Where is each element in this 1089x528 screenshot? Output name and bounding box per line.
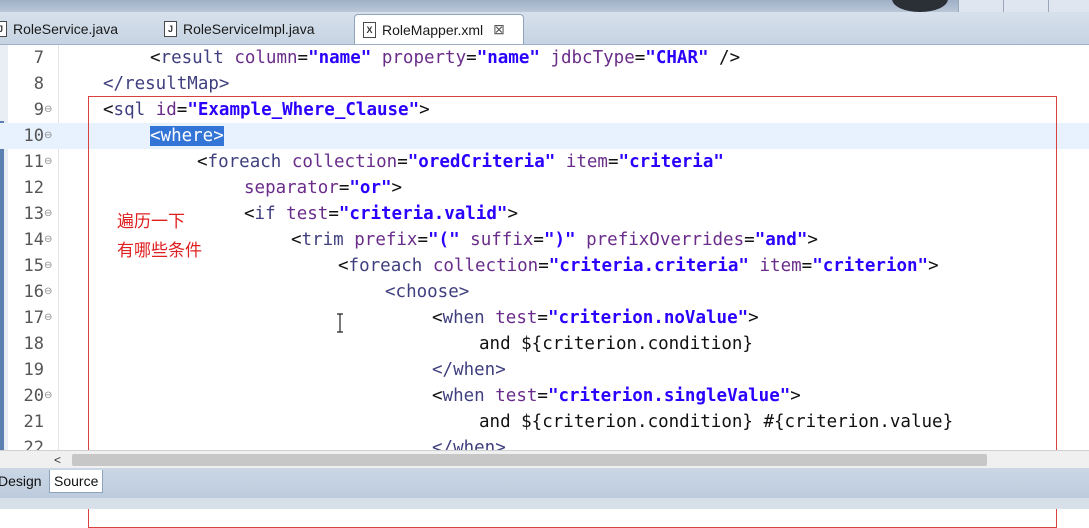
code-line: 8 </resultMap> bbox=[0, 71, 1089, 97]
line-number: 13 bbox=[23, 204, 44, 224]
fold-icon[interactable]: ⊖ bbox=[44, 383, 52, 409]
current-code-line: 10 ⊖ <where> bbox=[0, 123, 1089, 149]
fold-icon[interactable]: ⊖ bbox=[44, 305, 52, 331]
editor-mode-tabs: Design Source bbox=[0, 468, 1089, 509]
status-strip bbox=[0, 498, 1089, 509]
fold-icon[interactable]: ⊖ bbox=[44, 97, 52, 123]
line-number: 17 bbox=[23, 308, 44, 328]
line-number: 21 bbox=[23, 412, 44, 432]
line-number: 12 bbox=[23, 178, 44, 198]
tab-roleserviceimpl-java[interactable]: J RoleServiceImpl.java bbox=[164, 14, 315, 43]
tab-label: RoleMapper.xml bbox=[382, 21, 484, 38]
line-number: 15 bbox=[23, 256, 44, 276]
window-top-strip bbox=[0, 0, 1089, 12]
line-number: 9 bbox=[33, 100, 44, 120]
code-line: 18 and ${criterion.condition} bbox=[0, 331, 1089, 357]
java-file-icon: J bbox=[0, 20, 7, 37]
line-number: 22 bbox=[23, 438, 44, 450]
line-number: 16 bbox=[23, 282, 44, 302]
fold-icon[interactable]: ⊖ bbox=[44, 227, 52, 253]
toolbar-button[interactable] bbox=[958, 0, 1003, 12]
fold-icon[interactable]: ⊖ bbox=[44, 149, 52, 175]
overlay-shape bbox=[892, 0, 948, 12]
line-number: 14 bbox=[23, 230, 44, 250]
code-text[interactable]: <when test="criterion.singleValue"> bbox=[432, 383, 801, 409]
code-text[interactable]: <if test="criteria.valid"> bbox=[244, 201, 518, 227]
scrollbar-thumb[interactable] bbox=[72, 454, 987, 466]
code-text[interactable]: <sql id="Example_Where_Clause"> bbox=[103, 97, 430, 123]
annotation-note: 遍历一下 bbox=[117, 212, 185, 231]
tab-label: RoleServiceImpl.java bbox=[183, 20, 315, 37]
tab-roleservice-java[interactable]: J RoleService.java bbox=[0, 14, 118, 43]
line-number: 11 bbox=[23, 152, 44, 172]
line-number: 20 bbox=[23, 386, 44, 406]
code-text[interactable]: <foreach collection="criteria.criteria" … bbox=[338, 253, 939, 279]
code-line: 19 </when> bbox=[0, 357, 1089, 383]
code-text[interactable]: and ${criterion.condition} #{criterion.v… bbox=[479, 409, 953, 435]
tab-source[interactable]: Source bbox=[49, 470, 104, 493]
code-line: 22 </when> bbox=[0, 435, 1089, 450]
toolbar-button[interactable] bbox=[1048, 0, 1089, 12]
code-line: 9 ⊖ <sql id="Example_Where_Clause"> bbox=[0, 97, 1089, 123]
close-icon[interactable]: ⊠ bbox=[493, 21, 505, 38]
code-line: 7 <result column="name" property="name" … bbox=[0, 45, 1089, 71]
fold-icon[interactable]: ⊖ bbox=[44, 253, 52, 279]
line-number: 8 bbox=[33, 74, 44, 94]
tab-label: RoleService.java bbox=[13, 20, 119, 37]
line-number: 10 bbox=[23, 126, 44, 146]
line-number: 18 bbox=[23, 334, 44, 354]
code-text[interactable]: separator="or"> bbox=[244, 175, 402, 201]
code-line: 20 ⊖ <when test="criterion.singleValue"> bbox=[0, 383, 1089, 409]
toolbar-button[interactable] bbox=[1003, 0, 1048, 12]
text-selection: <where> bbox=[150, 126, 224, 146]
code-text[interactable]: </resultMap> bbox=[103, 71, 229, 97]
xml-file-icon: X bbox=[363, 21, 376, 38]
code-text[interactable]: <foreach collection="oredCriteria" item=… bbox=[197, 149, 724, 175]
code-text[interactable]: <result column="name" property="name" jd… bbox=[150, 45, 740, 71]
code-line: 21 and ${criterion.condition} #{criterio… bbox=[0, 409, 1089, 435]
code-text[interactable]: <trim prefix="(" suffix=")" prefixOverri… bbox=[291, 227, 818, 253]
java-file-icon: J bbox=[164, 20, 177, 37]
fold-icon[interactable]: ⊖ bbox=[44, 123, 52, 149]
tab-design[interactable]: Design bbox=[0, 470, 46, 492]
scroll-left-icon[interactable]: < bbox=[54, 451, 61, 469]
code-text[interactable]: </when> bbox=[432, 435, 506, 450]
editor-tab-bar: J RoleService.java J RoleServiceImpl.jav… bbox=[0, 12, 1089, 45]
line-number: 7 bbox=[33, 48, 44, 68]
annotation-note: 有哪些条件 bbox=[117, 241, 202, 260]
line-number: 19 bbox=[23, 360, 44, 380]
fold-icon[interactable]: ⊖ bbox=[44, 279, 52, 305]
code-text[interactable]: </when> bbox=[432, 357, 506, 383]
code-line: 12 separator="or"> bbox=[0, 175, 1089, 201]
code-text[interactable]: and ${criterion.condition} bbox=[479, 331, 753, 357]
tab-rolemapper-xml[interactable]: X RoleMapper.xml ⊠ bbox=[354, 14, 524, 44]
code-line: 16 ⊖ <choose> bbox=[0, 279, 1089, 305]
source-editor[interactable]: 7 <result column="name" property="name" … bbox=[0, 45, 1089, 450]
code-line: 17 ⊖ <when test="criterion.noValue"> bbox=[0, 305, 1089, 331]
code-text[interactable]: <choose> bbox=[385, 279, 469, 305]
code-line: 11 ⊖ <foreach collection="oredCriteria" … bbox=[0, 149, 1089, 175]
horizontal-scrollbar[interactable]: < bbox=[0, 450, 1089, 469]
fold-icon[interactable]: ⊖ bbox=[44, 201, 52, 227]
code-text[interactable]: <where> bbox=[150, 123, 224, 149]
code-text[interactable]: <when test="criterion.noValue"> bbox=[432, 305, 759, 331]
text-cursor-icon bbox=[337, 313, 343, 333]
